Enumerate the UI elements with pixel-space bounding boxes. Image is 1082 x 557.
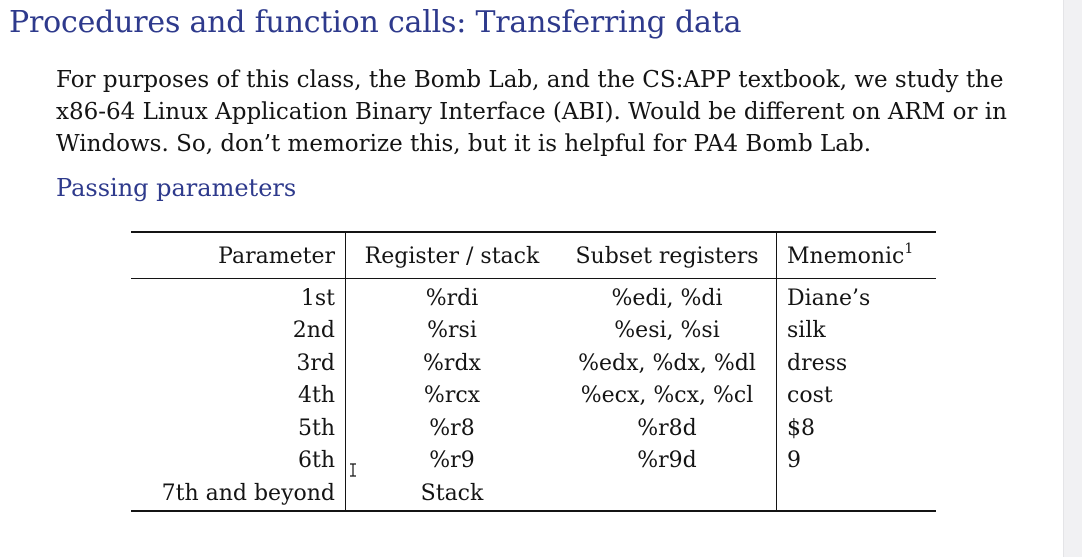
cell-subset: %r9d [558, 444, 777, 477]
cell-mnemonic: dress [787, 350, 848, 376]
cell-mnemonic [777, 477, 937, 511]
cell-subset [558, 477, 777, 511]
cell-parameter: 5th [131, 412, 346, 445]
cell-subset: %r8d [558, 412, 777, 445]
vertical-scrollbar[interactable] [1063, 0, 1082, 557]
table-body: 1st %rdi %edi, %di Diane’s 2nd %rsi %esi… [131, 278, 936, 511]
footnote-marker: 1 [904, 240, 914, 257]
table-row: 3rd %rdx %edx, %dx, %dl dress [131, 347, 936, 380]
section-heading: Passing parameters [56, 174, 297, 202]
cell-subset: %ecx, %cx, %cl [558, 379, 777, 412]
cell-register: %rcx [423, 383, 481, 409]
table-row: 4th %rcx %ecx, %cx, %cl cost [131, 379, 936, 412]
table-row: 6th %r9 %r9d 9 [131, 444, 936, 477]
cell-register: %r9 [429, 448, 475, 474]
cell-mnemonic: Diane’s [787, 285, 871, 311]
cell-parameter: 1st [131, 278, 346, 315]
intro-paragraph: For purposes of this class, the Bomb Lab… [56, 67, 1007, 157]
cell-register: %rsi [427, 318, 477, 344]
cell-parameter: 4th [131, 379, 346, 412]
header-register: Register / stack [345, 232, 558, 279]
cell-mnemonic: 9 [787, 448, 801, 474]
cell-register: %rdx [423, 350, 481, 376]
header-mnemonic: Mnemonic1 [776, 232, 936, 279]
header-mnemonic-label: Mnemonic [787, 243, 905, 269]
cell-parameter: 7th and beyond [131, 477, 346, 511]
cell-register: %r8 [429, 415, 475, 441]
cell-subset: %edi, %di [558, 278, 777, 315]
cell-parameter: 2nd [131, 314, 346, 347]
table-row: 5th %r8 %r8d $8 [131, 412, 936, 445]
cell-register: %rdi [425, 285, 479, 311]
page-title: Procedures and function calls: Transferr… [9, 5, 742, 40]
cell-subset: %esi, %si [558, 314, 777, 347]
cell-mnemonic: silk [787, 318, 826, 344]
table-row: 1st %rdi %edi, %di Diane’s [131, 278, 936, 315]
cell-register: Stack [420, 480, 484, 506]
cell-parameter: 3rd [131, 347, 346, 380]
cell-mnemonic: cost [787, 383, 833, 409]
table-header-row: Parameter Register / stack Subset regist… [131, 232, 936, 279]
parameter-register-table: Parameter Register / stack Subset regist… [131, 231, 936, 512]
cell-parameter: 6th [131, 444, 346, 477]
cell-subset: %edx, %dx, %dl [558, 347, 777, 380]
table-row: 2nd %rsi %esi, %si silk [131, 314, 936, 347]
text-cursor-icon [350, 463, 356, 477]
cell-mnemonic: $8 [787, 415, 815, 441]
table-row: 7th and beyond Stack [131, 477, 936, 511]
header-parameter: Parameter [131, 232, 346, 279]
header-subset: Subset registers [558, 232, 777, 279]
